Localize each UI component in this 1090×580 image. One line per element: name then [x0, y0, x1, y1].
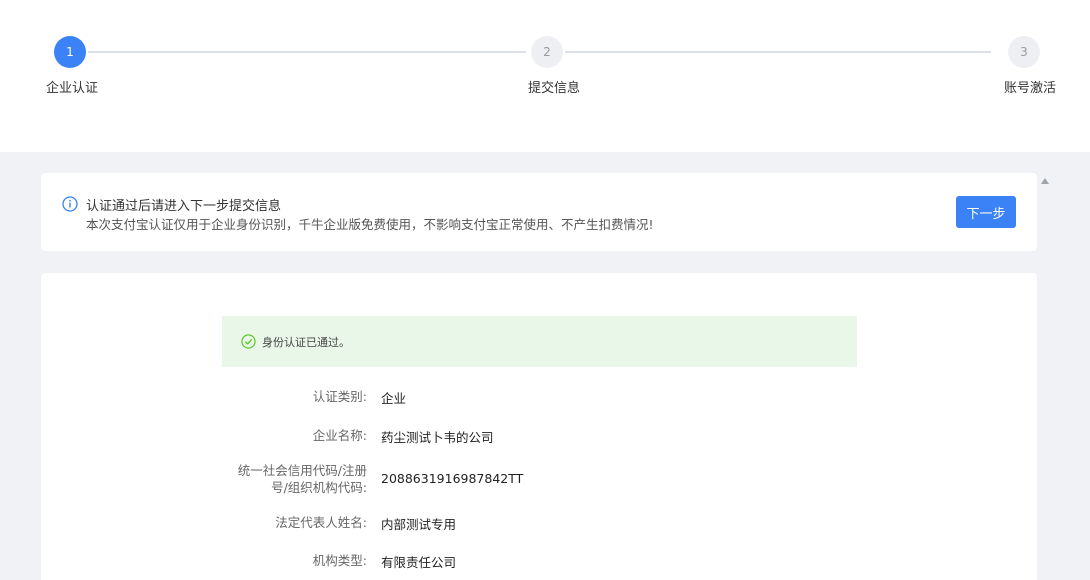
field-label-credit-code: 统一社会信用代码/注册 号/组织机构代码: [238, 462, 367, 496]
field-label-company-name: 企业名称: [312, 428, 367, 443]
field-label-org-type: 机构类型: [312, 553, 367, 568]
check-circle-icon [241, 334, 256, 349]
step-connector [565, 51, 991, 53]
info-icon [62, 196, 78, 212]
field-value-org-type: 有限责任公司 [381, 555, 457, 570]
steps-header: 1 企业认证 2 提交信息 3 账号激活 [0, 0, 1090, 152]
next-step-button[interactable]: 下一步 [956, 196, 1016, 228]
field-value-company-name: 药尘测试卜韦的公司 [381, 430, 494, 445]
field-label-credit-code-line2: 号/组织机构代码: [271, 480, 367, 495]
notice-title: 认证通过后请进入下一步提交信息 [86, 199, 282, 214]
step-1-indicator: 1 [54, 36, 86, 68]
verification-details-card: 身份认证已通过。 认证类别: 企业 企业名称: 药尘测试卜韦的公司 统一社会信用… [41, 273, 1037, 580]
step-2-label: 提交信息 [528, 81, 581, 96]
field-value-auth-type: 企业 [381, 391, 407, 406]
step-1-label: 企业认证 [46, 81, 99, 96]
step-connector [88, 51, 526, 53]
step-3-indicator: 3 [1008, 36, 1040, 68]
notice-card: 认证通过后请进入下一步提交信息 本次支付宝认证仅用于企业身份识别，千牛企业版免费… [41, 173, 1037, 251]
scrollbar[interactable] [1038, 172, 1052, 580]
field-label-legal-rep: 法定代表人姓名: [275, 515, 367, 530]
step-3-label: 账号激活 [1004, 81, 1057, 96]
notice-subtitle: 本次支付宝认证仅用于企业身份识别，千牛企业版免费使用，不影响支付宝正常使用、不产… [86, 217, 654, 232]
field-value-credit-code: 2088631916987842TT [381, 471, 524, 486]
field-value-legal-rep: 内部测试专用 [381, 517, 457, 532]
success-message: 身份认证已通过。 [262, 336, 350, 349]
field-label-credit-code-line1: 统一社会信用代码/注册 [237, 463, 367, 478]
step-2-indicator: 2 [531, 36, 563, 68]
scroll-up-arrow-icon[interactable] [1041, 178, 1049, 184]
field-label-auth-type: 认证类别: [312, 389, 367, 404]
success-alert: 身份认证已通过。 [222, 316, 857, 367]
